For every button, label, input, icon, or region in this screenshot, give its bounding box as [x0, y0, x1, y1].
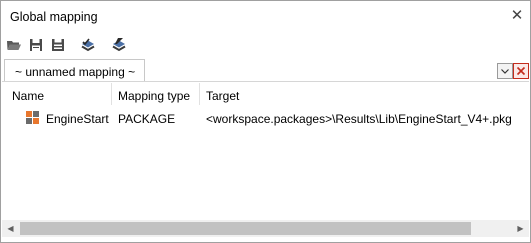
- window-title: Global mapping: [10, 10, 98, 24]
- package-icon: [26, 111, 40, 125]
- column-header-mapping-type[interactable]: Mapping type: [118, 89, 190, 103]
- row-target: <workspace.packages>\Results\Lib\EngineS…: [206, 112, 512, 126]
- save-as-icon[interactable]: [49, 36, 67, 54]
- mapping-table: Name Mapping type Target EngineStart PAC…: [2, 81, 529, 221]
- row-name: EngineStart: [46, 112, 109, 126]
- global-mapping-window: Global mapping ✕ ~ unnamed mapping ~ Nam…: [0, 0, 531, 243]
- chevron-down-icon[interactable]: [497, 63, 513, 79]
- close-tab-icon[interactable]: [513, 63, 529, 79]
- check-apply-icon[interactable]: [79, 36, 97, 54]
- close-button[interactable]: ✕: [509, 7, 525, 25]
- column-divider[interactable]: [111, 83, 112, 105]
- open-folder-icon[interactable]: [5, 36, 23, 54]
- scroll-thumb[interactable]: [20, 222, 471, 235]
- edit-apply-icon[interactable]: [110, 36, 128, 54]
- toolbar: [1, 32, 530, 58]
- column-divider[interactable]: [199, 83, 200, 105]
- title-bar: Global mapping ✕: [1, 1, 530, 31]
- horizontal-scrollbar[interactable]: ◀ ▶: [2, 220, 529, 237]
- row-mapping-type: PACKAGE: [118, 112, 176, 126]
- column-header-target[interactable]: Target: [206, 89, 239, 103]
- scroll-right-icon[interactable]: ▶: [512, 220, 529, 237]
- tab-strip: ~ unnamed mapping ~: [1, 58, 530, 83]
- save-icon[interactable]: [27, 36, 45, 54]
- column-header-name[interactable]: Name: [12, 89, 44, 103]
- tab-unnamed-mapping[interactable]: ~ unnamed mapping ~: [4, 59, 145, 83]
- scroll-left-icon[interactable]: ◀: [2, 220, 19, 237]
- tab-label: ~ unnamed mapping ~: [15, 65, 136, 79]
